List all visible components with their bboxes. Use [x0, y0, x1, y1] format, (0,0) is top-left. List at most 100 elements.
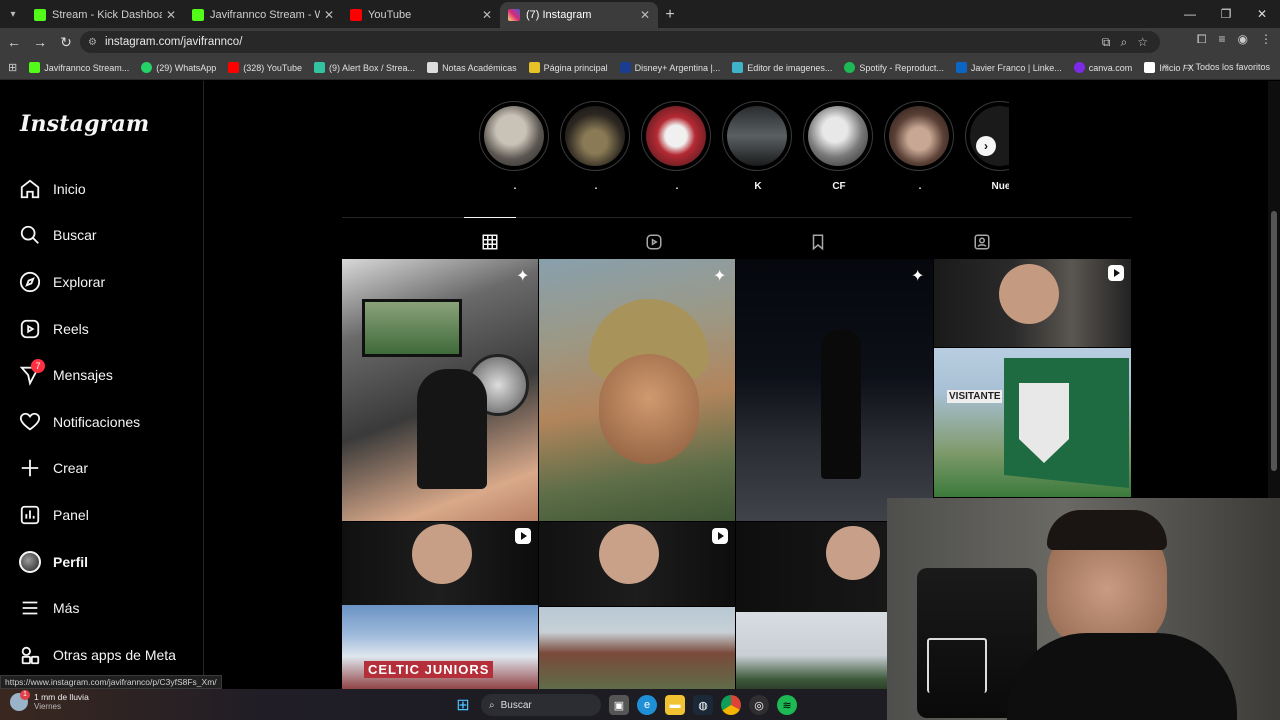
youtube-icon — [228, 62, 240, 73]
post-studio[interactable]: ✦ — [342, 259, 538, 521]
nav-mensajes[interactable]: 7 Mensajes — [18, 359, 113, 390]
task-view-icon[interactable]: ▣ — [609, 695, 629, 715]
restore-icon[interactable]: ❐ — [1208, 0, 1244, 28]
posts-grid-icon[interactable] — [464, 217, 516, 254]
nav-perfil[interactable]: Perfil — [18, 547, 88, 577]
nav-crear[interactable]: Crear — [18, 453, 88, 483]
zoom-icon[interactable]: ⌕ — [1121, 35, 1128, 50]
windows-start-icon[interactable]: ⊞ — [453, 695, 473, 715]
saved-icon[interactable] — [806, 230, 830, 254]
all-bookmarks-folder[interactable]: ▭ Todos los favoritos — [1183, 61, 1270, 72]
bookmark-star-icon[interactable]: ☆ — [1137, 35, 1148, 49]
bookmark-label: Página principal — [543, 62, 608, 73]
story-highlight[interactable]: . — [560, 101, 632, 192]
post-houses[interactable] — [539, 607, 735, 691]
new-tab-button[interactable]: + — [658, 2, 682, 28]
tab-kick-stream[interactable]: Javifrannco Stream - Watch Live ✕ — [184, 2, 342, 28]
bookmark-label: Editor de imagenes... — [747, 62, 833, 73]
post-stream-clip-1[interactable] — [934, 259, 1131, 347]
messenger-icon: 7 — [18, 359, 45, 387]
bookmark-canva[interactable]: canva.com — [1073, 62, 1132, 73]
chevron-right-icon[interactable]: › — [976, 136, 996, 156]
bookmark-editor[interactable]: Editor de imagenes... — [732, 62, 832, 73]
taskbar-search[interactable]: ⌕ Buscar — [481, 694, 601, 716]
tab-search-icon[interactable]: ▾ — [0, 0, 26, 28]
close-tab-icon[interactable]: ✕ — [166, 8, 176, 22]
story-highlight[interactable]: . — [479, 101, 551, 192]
browser-menu-icon[interactable]: ⋮ — [1260, 32, 1272, 47]
post-night-walk[interactable]: ✦ — [736, 259, 933, 521]
spotify-icon[interactable]: ≋ — [777, 695, 797, 715]
nav-inicio[interactable]: Inicio — [18, 174, 86, 204]
install-app-icon[interactable]: ⧉ — [1102, 35, 1111, 50]
tab-kick-dashboard[interactable]: Stream - Kick Dashboard ✕ — [26, 2, 184, 28]
post-celtic-juniors[interactable]: CELTIC JUNIORS — [342, 605, 538, 691]
site-info-icon[interactable]: ⚙ — [88, 37, 97, 48]
bookmark-linkedin[interactable]: Javier Franco | Linke... — [955, 62, 1062, 73]
person-silhouette — [417, 369, 487, 489]
chevron-right-icon[interactable]: » — [1162, 61, 1168, 72]
chrome-icon[interactable] — [721, 695, 741, 715]
extensions-icon[interactable]: ⧠ — [1197, 32, 1207, 47]
apps-grid-icon[interactable]: ⊞ — [8, 61, 17, 74]
story-ring — [884, 101, 954, 171]
link-status-bar: https://www.instagram.com/javifrannco/p/… — [0, 675, 222, 689]
post-stream-clip-2[interactable] — [342, 522, 538, 606]
instagram-logo[interactable]: Instagram — [20, 111, 149, 137]
edge-icon[interactable]: e — [637, 695, 657, 715]
obs-icon[interactable]: ◎ — [749, 695, 769, 715]
close-window-icon[interactable]: ✕ — [1244, 0, 1280, 28]
nav-otras-apps[interactable]: Otras apps de Meta — [18, 640, 176, 670]
face — [999, 264, 1059, 324]
nav-label: Notificaciones — [53, 414, 141, 430]
weather-day: Viernes — [34, 702, 61, 711]
address-bar[interactable]: ⚙ instagram.com/javifrannco/ ⧉ ⌕ ☆ — [80, 31, 1160, 53]
story-highlight[interactable]: . — [641, 101, 713, 192]
post-stream-clip-3[interactable] — [539, 522, 735, 606]
tab-youtube[interactable]: YouTube ✕ — [342, 2, 500, 28]
nav-panel[interactable]: Panel — [18, 500, 89, 530]
meta-apps-icon — [18, 643, 42, 667]
bookmark-spotify[interactable]: Spotify - Reproduct... — [844, 62, 944, 73]
close-tab-icon[interactable]: ✕ — [482, 8, 492, 22]
document-icon — [427, 62, 439, 73]
bookmark-alertbox[interactable]: (9) Alert Box / Strea... — [314, 62, 415, 73]
back-icon[interactable]: ← — [2, 30, 26, 54]
story-highlight[interactable]: CF — [803, 101, 875, 192]
reels-tab-icon[interactable] — [642, 230, 666, 254]
nav-label: Buscar — [53, 227, 97, 243]
weather-widget[interactable]: 1 1 mm de lluvia Viernes — [10, 689, 89, 711]
close-tab-icon[interactable]: ✕ — [640, 8, 650, 22]
bookmark-whatsapp[interactable]: (29) WhatsApp — [141, 62, 216, 73]
forward-icon[interactable]: → — [28, 30, 52, 54]
file-explorer-icon[interactable]: ▬ — [665, 695, 685, 715]
nav-notificaciones[interactable]: Notificaciones — [18, 407, 140, 437]
scrollbar-thumb[interactable] — [1271, 211, 1277, 471]
profile-icon[interactable]: ◉ — [1238, 32, 1248, 47]
story-highlight[interactable]: . — [884, 101, 956, 192]
media-icon[interactable]: ≡ — [1219, 32, 1226, 47]
tagged-icon[interactable] — [970, 230, 994, 254]
nav-buscar[interactable]: Buscar — [18, 220, 97, 250]
bookmark-pagina-principal[interactable]: Página principal — [528, 62, 608, 73]
bookmark-disney[interactable]: Disney+ Argentina |... — [619, 62, 720, 73]
nav-label: Reels — [53, 321, 89, 337]
bookmark-kick[interactable]: Javifrannco Stream... — [29, 62, 129, 73]
nav-reels[interactable]: Reels — [18, 314, 89, 344]
story-ring — [803, 101, 873, 171]
story-highlight[interactable]: K — [722, 101, 794, 192]
reload-icon[interactable]: ↻ — [54, 30, 78, 54]
taskbar-icons: ⊞ ⌕ Buscar ▣ e ▬ ◍ ◎ ≋ — [453, 694, 797, 716]
post-selfie[interactable]: ✦ — [539, 259, 735, 521]
post-la-rinconada-sign[interactable]: VISITANTE — [934, 348, 1131, 497]
bookmark-notas[interactable]: Notas Académicas — [427, 62, 517, 73]
nav-mas[interactable]: Más — [18, 593, 79, 623]
bookmark-youtube[interactable]: (328) YouTube — [228, 62, 302, 73]
pin-icon: ✦ — [911, 268, 925, 285]
nav-explorar[interactable]: Explorar — [18, 267, 105, 297]
close-tab-icon[interactable]: ✕ — [324, 8, 334, 22]
tab-instagram[interactable]: (7) Instagram ✕ — [500, 2, 658, 28]
instagram-favicon-icon — [508, 9, 520, 21]
minimize-icon[interactable]: — — [1172, 0, 1208, 28]
steam-icon[interactable]: ◍ — [693, 695, 713, 715]
